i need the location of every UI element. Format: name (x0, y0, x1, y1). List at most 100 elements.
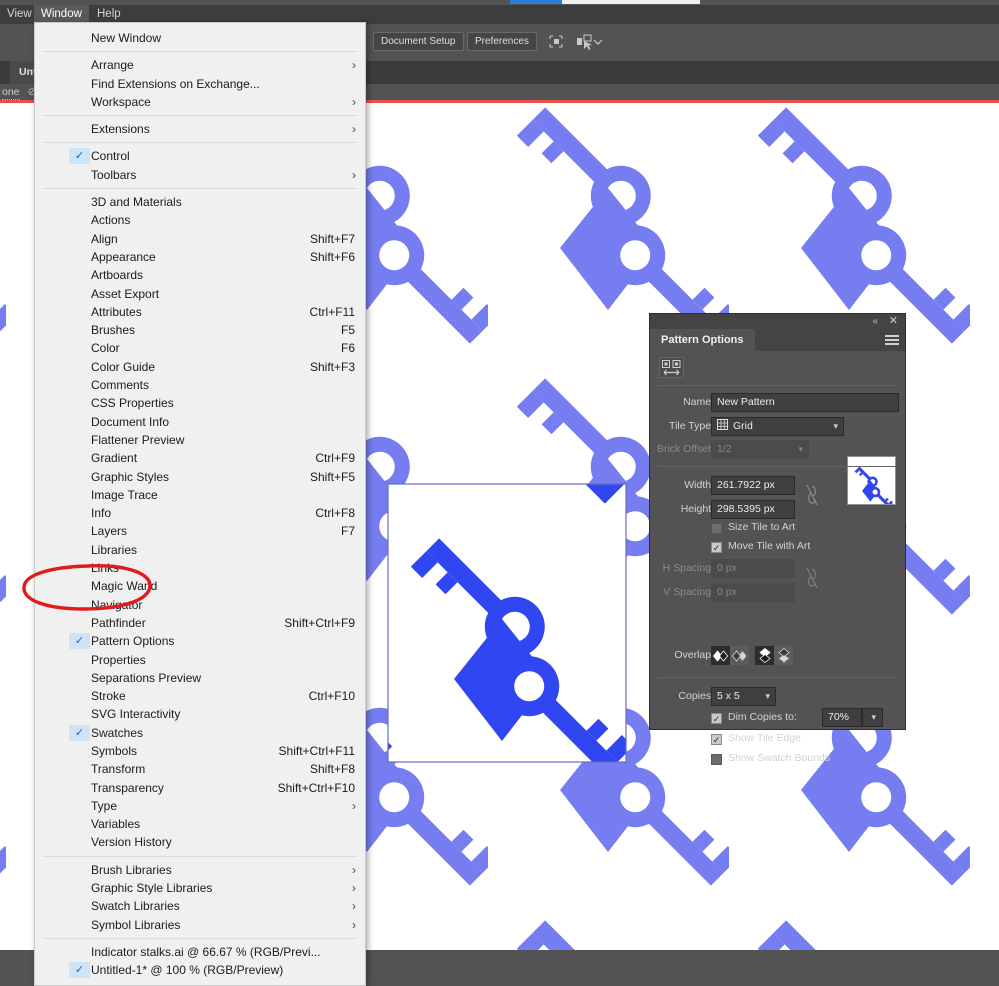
menu-item-extensions[interactable]: Extensions› (35, 120, 365, 138)
menu-item-label: Align (91, 232, 118, 246)
menu-item-image-trace[interactable]: Image Trace (35, 486, 365, 504)
menu-item-align[interactable]: AlignShift+F7 (35, 230, 365, 248)
window-menu-dropdown[interactable]: New Window Arrange›Find Extensions on Exc… (34, 22, 366, 986)
menu-item-appearance[interactable]: AppearanceShift+F6 (35, 248, 365, 266)
tile-type-select[interactable]: Grid ▾ (711, 417, 844, 436)
overlap-right-in-front-icon[interactable] (730, 646, 749, 665)
chevron-down-icon[interactable]: ▾ (765, 688, 770, 705)
close-icon[interactable]: ✕ (889, 314, 898, 329)
menu-item-properties[interactable]: Properties (35, 651, 365, 669)
menu-item-css-properties[interactable]: CSS Properties (35, 394, 365, 412)
menu-item-control[interactable]: ✓Control (35, 147, 365, 165)
menu-item-asset-export[interactable]: Asset Export (35, 285, 365, 303)
menu-item-arrange[interactable]: Arrange› (35, 56, 365, 74)
menu-item-workspace[interactable]: Workspace› (35, 93, 365, 111)
menu-item-version-history[interactable]: Version History (35, 833, 365, 851)
overlap-left-in-front-icon[interactable] (711, 646, 730, 665)
menu-item-magic-wand[interactable]: Magic Wand (35, 577, 365, 595)
tile-type-value: Grid (733, 420, 753, 432)
menu-item-find-extensions-on-exchange[interactable]: Find Extensions on Exchange... (35, 75, 365, 93)
menu-item-comments[interactable]: Comments (35, 376, 365, 394)
menu-item-links[interactable]: Links (35, 559, 365, 577)
select-objects-icon[interactable] (574, 32, 594, 51)
dim-copies-label: Dim Copies to: (728, 711, 797, 723)
menu-item-color-guide[interactable]: Color GuideShift+F3 (35, 358, 365, 376)
link-broken-icon (805, 567, 819, 587)
chevron-right-icon: › (352, 56, 356, 74)
chevron-down-icon[interactable]: ▾ (871, 709, 876, 726)
menu-item-brushes[interactable]: BrushesF5 (35, 321, 365, 339)
show-swatch-bounds-checkbox[interactable]: ✓Show Swatch Bounds (711, 752, 830, 765)
height-input[interactable]: 298.5395 px (711, 500, 795, 519)
menu-item-symbols[interactable]: SymbolsShift+Ctrl+F11 (35, 742, 365, 760)
show-tile-edge-checkbox[interactable]: ✓Show Tile Edge (711, 732, 801, 745)
menu-item-pattern-options[interactable]: ✓Pattern Options (35, 632, 365, 650)
menu-item-3d-and-materials[interactable]: 3D and Materials (35, 193, 365, 211)
menu-item-shortcut: F6 (341, 339, 355, 357)
chevron-down-icon[interactable] (592, 32, 604, 51)
menu-item-indicator-stalks-ai-66-67-rgb-previ[interactable]: Indicator stalks.ai @ 66.67 % (RGB/Previ… (35, 943, 365, 961)
overlap-bottom-in-front-icon[interactable] (774, 646, 793, 665)
menu-item-navigator[interactable]: Navigator (35, 596, 365, 614)
size-tile-to-art-checkbox[interactable]: ✓Size Tile to Art (711, 521, 795, 534)
copies-select[interactable]: 5 x 5 ▾ (711, 687, 776, 706)
pattern-swatch-preview[interactable] (847, 456, 896, 505)
chevron-right-icon: › (352, 93, 356, 111)
width-input[interactable]: 261.7922 px (711, 476, 795, 495)
menu-item-libraries[interactable]: Libraries (35, 541, 365, 559)
panel-tab-bar[interactable]: Pattern Options (650, 329, 905, 351)
menu-item-label: Attributes (91, 305, 142, 319)
menu-item-label: Layers (91, 524, 127, 538)
menu-item-flattener-preview[interactable]: Flattener Preview (35, 431, 365, 449)
dim-copies-dropdown[interactable]: ▾ (862, 708, 883, 727)
menu-item-attributes[interactable]: AttributesCtrl+F11 (35, 303, 365, 321)
menu-item-swatch-libraries[interactable]: Swatch Libraries› (35, 897, 365, 915)
menu-item-svg-interactivity[interactable]: SVG Interactivity (35, 705, 365, 723)
menu-item-toolbars[interactable]: Toolbars› (35, 166, 365, 184)
dim-copies-checkbox[interactable]: ✓Dim Copies to: (711, 711, 797, 724)
link-broken-icon[interactable] (805, 484, 819, 504)
menu-item-label: Untitled-1* @ 100 % (RGB/Preview) (91, 963, 283, 977)
menu-item-actions[interactable]: Actions (35, 211, 365, 229)
move-tile-with-art-checkbox[interactable]: ✓Move Tile with Art (711, 540, 810, 553)
menu-item-swatches[interactable]: ✓Swatches (35, 724, 365, 742)
menu-item-transparency[interactable]: TransparencyShift+Ctrl+F10 (35, 779, 365, 797)
menu-item-info[interactable]: InfoCtrl+F8 (35, 504, 365, 522)
pattern-options-panel[interactable]: « ✕ Pattern Options Name: New Pattern Ti… (649, 313, 906, 730)
menu-item-color[interactable]: ColorF6 (35, 339, 365, 357)
menu-item-symbol-libraries[interactable]: Symbol Libraries› (35, 916, 365, 934)
overlap-vertical-group[interactable] (755, 646, 793, 665)
menu-item-brush-libraries[interactable]: Brush Libraries› (35, 861, 365, 879)
overlap-horizontal-group[interactable] (711, 646, 749, 665)
menu-item-variables[interactable]: Variables (35, 815, 365, 833)
tab-pattern-options[interactable]: Pattern Options (650, 329, 755, 351)
select-similar-icon[interactable] (546, 32, 566, 51)
fill-none-label[interactable]: one ⊘ (2, 86, 36, 98)
overlap-top-in-front-icon[interactable] (755, 646, 774, 665)
menu-item-transform[interactable]: TransformShift+F8 (35, 760, 365, 778)
chevron-down-icon[interactable]: ▾ (833, 418, 838, 435)
edit-pattern-tile-icon[interactable] (659, 357, 684, 378)
menu-item-label: Links (91, 561, 119, 575)
menu-item-stroke[interactable]: StrokeCtrl+F10 (35, 687, 365, 705)
menu-item-artboards[interactable]: Artboards (35, 266, 365, 284)
menu-item-graphic-style-libraries[interactable]: Graphic Style Libraries› (35, 879, 365, 897)
pattern-name-input[interactable]: New Pattern (711, 393, 899, 412)
menu-item-new-window[interactable]: New Window (35, 29, 365, 47)
menu-item-label: Stroke (91, 689, 126, 703)
menu-item-document-info[interactable]: Document Info (35, 413, 365, 431)
preferences-button[interactable]: Preferences (467, 32, 537, 51)
menu-item-graphic-styles[interactable]: Graphic StylesShift+F5 (35, 468, 365, 486)
menu-item-layers[interactable]: LayersF7 (35, 522, 365, 540)
dim-copies-input[interactable]: 70% (822, 708, 862, 727)
panel-menu-icon[interactable] (885, 335, 899, 345)
menu-item-label: Symbol Libraries (91, 918, 180, 932)
menu-view[interactable]: View (0, 5, 39, 24)
menu-item-type[interactable]: Type› (35, 797, 365, 815)
menu-item-untitled-1-100-rgb-preview[interactable]: ✓Untitled-1* @ 100 % (RGB/Preview) (35, 961, 365, 979)
menu-item-pathfinder[interactable]: PathfinderShift+Ctrl+F9 (35, 614, 365, 632)
menu-item-gradient[interactable]: GradientCtrl+F9 (35, 449, 365, 467)
menu-item-separations-preview[interactable]: Separations Preview (35, 669, 365, 687)
collapse-panel-icon[interactable]: « (872, 314, 878, 329)
document-setup-button[interactable]: Document Setup (373, 32, 464, 51)
